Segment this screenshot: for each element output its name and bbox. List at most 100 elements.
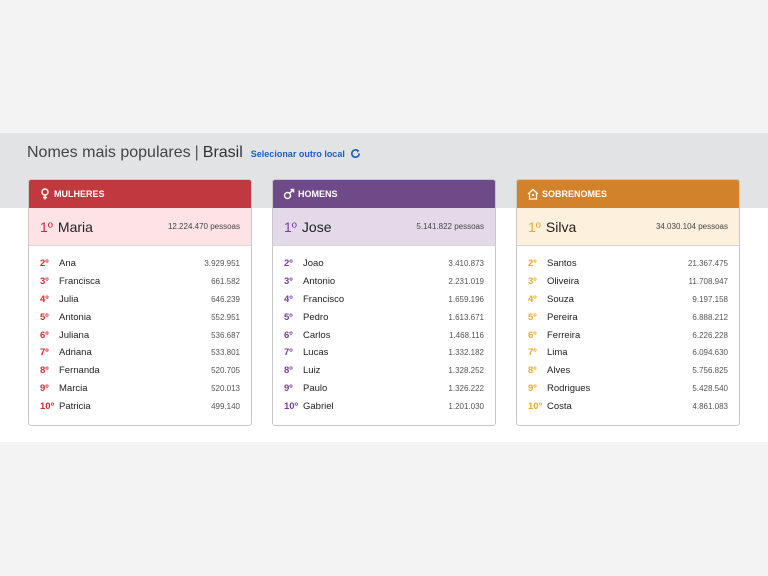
refresh-icon[interactable] xyxy=(350,146,361,164)
item-name: Santos xyxy=(547,258,577,270)
item-name: Pereira xyxy=(547,311,578,323)
rank-number: 4º xyxy=(284,293,293,305)
item-count: 1.326.222 xyxy=(448,383,484,393)
card-header: SOBRENOMES xyxy=(517,180,739,208)
rank-number: 4º xyxy=(528,293,537,305)
list-item: 6º Juliana 536.687 xyxy=(40,326,240,344)
rank-number: 2º xyxy=(528,258,537,270)
list-item: 7º Lima 6.094.630 xyxy=(528,344,728,362)
item-count: 1.613.671 xyxy=(448,312,484,322)
rank-number: 7º xyxy=(284,347,293,359)
item-name: Rodrigues xyxy=(547,382,591,394)
item-name: Lima xyxy=(547,347,568,359)
women-card: MULHERES 1º Maria 12.224.470 pessoas 2º A… xyxy=(28,179,252,426)
rank-number: 10º xyxy=(528,400,543,412)
top-count: 34.030.104 pessoas xyxy=(655,222,728,231)
page-header: Nomes mais populares | Brasil Selecionar… xyxy=(27,144,361,162)
item-count: 5.428.540 xyxy=(692,383,728,393)
item-name: Adriana xyxy=(59,347,92,359)
list-item: 5º Pedro 1.613.671 xyxy=(284,308,484,326)
item-count: 9.197.158 xyxy=(692,294,728,304)
rank-number: 3º xyxy=(284,276,293,288)
list-item: 4º Julia 646.239 xyxy=(40,291,240,309)
item-count: 1.659.196 xyxy=(448,294,484,304)
list-item: 10º Costa 4.861.083 xyxy=(528,397,728,415)
item-name: Ana xyxy=(59,258,76,270)
item-count: 3.929.951 xyxy=(204,259,240,269)
item-count: 4.861.083 xyxy=(692,401,728,411)
family-icon xyxy=(527,188,539,200)
list-item: 9º Paulo 1.326.222 xyxy=(284,380,484,398)
rank-number: 6º xyxy=(284,329,293,341)
rank-number: 5º xyxy=(528,311,537,323)
item-name: Souza xyxy=(547,293,574,305)
item-name: Fernanda xyxy=(59,365,100,377)
card-title: SOBRENOMES xyxy=(542,189,608,199)
item-count: 2.231.019 xyxy=(448,277,484,287)
top-count: 12.224.470 pessoas xyxy=(167,222,240,231)
list-item: 4º Francisco 1.659.196 xyxy=(284,291,484,309)
rank-number: 9º xyxy=(528,382,537,394)
item-count: 11.708.947 xyxy=(688,277,728,287)
rank-number: 1º xyxy=(40,218,53,235)
list-item: 10º Patricia 499.140 xyxy=(40,397,240,415)
card-title: MULHERES xyxy=(54,189,105,199)
change-location-link[interactable]: Selecionar outro local xyxy=(251,149,345,159)
rank-number: 6º xyxy=(40,329,49,341)
item-count: 646.239 xyxy=(211,294,240,304)
item-count: 536.687 xyxy=(211,330,240,340)
item-name: Joao xyxy=(303,258,324,270)
rank-number: 10º xyxy=(40,400,55,412)
list-item: 6º Ferreira 6.226.228 xyxy=(528,326,728,344)
list-item: 9º Rodrigues 5.428.540 xyxy=(528,380,728,398)
item-name: Francisca xyxy=(59,276,101,288)
rank-number: 4º xyxy=(40,293,49,305)
card-header: HOMENS xyxy=(273,180,495,208)
item-count: 5.756.825 xyxy=(692,366,728,376)
top-ranked-row: 1º Silva 34.030.104 pessoas xyxy=(517,208,739,246)
rank-number: 6º xyxy=(528,329,537,341)
item-count: 1.328.252 xyxy=(448,366,484,376)
item-name: Ferreira xyxy=(547,329,581,341)
ranking-list: 2º Joao 3.410.873 3º Antonio 2.231.019 4º Fra… xyxy=(273,246,495,415)
card-title: HOMENS xyxy=(298,189,338,199)
rank-number: 8º xyxy=(40,365,49,377)
item-count: 661.582 xyxy=(211,277,240,287)
item-count: 533.801 xyxy=(211,348,240,358)
list-item: 2º Santos 21.367.475 xyxy=(528,255,728,273)
list-item: 6º Carlos 1.468.116 xyxy=(284,326,484,344)
page-title: Nomes mais populares xyxy=(27,144,191,161)
rank-number: 1º xyxy=(284,218,297,235)
rank-number: 8º xyxy=(528,365,537,377)
item-count: 499.140 xyxy=(211,401,240,411)
item-name: Patricia xyxy=(59,400,91,412)
item-name: Gabriel xyxy=(303,400,334,412)
rank-number: 2º xyxy=(284,258,293,270)
item-name: Alves xyxy=(547,365,571,377)
item-name: Oliveira xyxy=(547,276,580,288)
list-item: 3º Antonio 2.231.019 xyxy=(284,273,484,291)
surnames-card: SOBRENOMES 1º Silva 34.030.104 pessoas 2… xyxy=(516,179,740,426)
rank-number: 10º xyxy=(284,400,299,412)
item-count: 520.013 xyxy=(211,383,240,393)
item-count: 552.951 xyxy=(211,312,240,322)
rank-number: 2º xyxy=(40,258,49,270)
list-item: 2º Joao 3.410.873 xyxy=(284,255,484,273)
top-name: Silva xyxy=(545,218,577,235)
item-count: 3.410.873 xyxy=(448,259,484,269)
top-ranked-row: 1º Maria 12.224.470 pessoas xyxy=(29,208,251,246)
rank-number: 9º xyxy=(284,382,293,394)
item-name: Antonio xyxy=(303,276,336,288)
item-name: Carlos xyxy=(303,329,331,341)
rank-number: 9º xyxy=(40,382,49,394)
item-count: 6.888.212 xyxy=(692,312,728,322)
item-count: 1.468.116 xyxy=(449,330,484,340)
location-name: Brasil xyxy=(202,144,243,161)
top-ranked-row: 1º Jose 5.141.822 pessoas xyxy=(273,208,495,246)
list-item: 5º Antonia 552.951 xyxy=(40,308,240,326)
list-item: 7º Lucas 1.332.182 xyxy=(284,344,484,362)
top-name: Jose xyxy=(301,218,332,235)
item-name: Juliana xyxy=(59,329,90,341)
list-item: 3º Francisca 661.582 xyxy=(40,273,240,291)
card-header: MULHERES xyxy=(29,180,251,208)
